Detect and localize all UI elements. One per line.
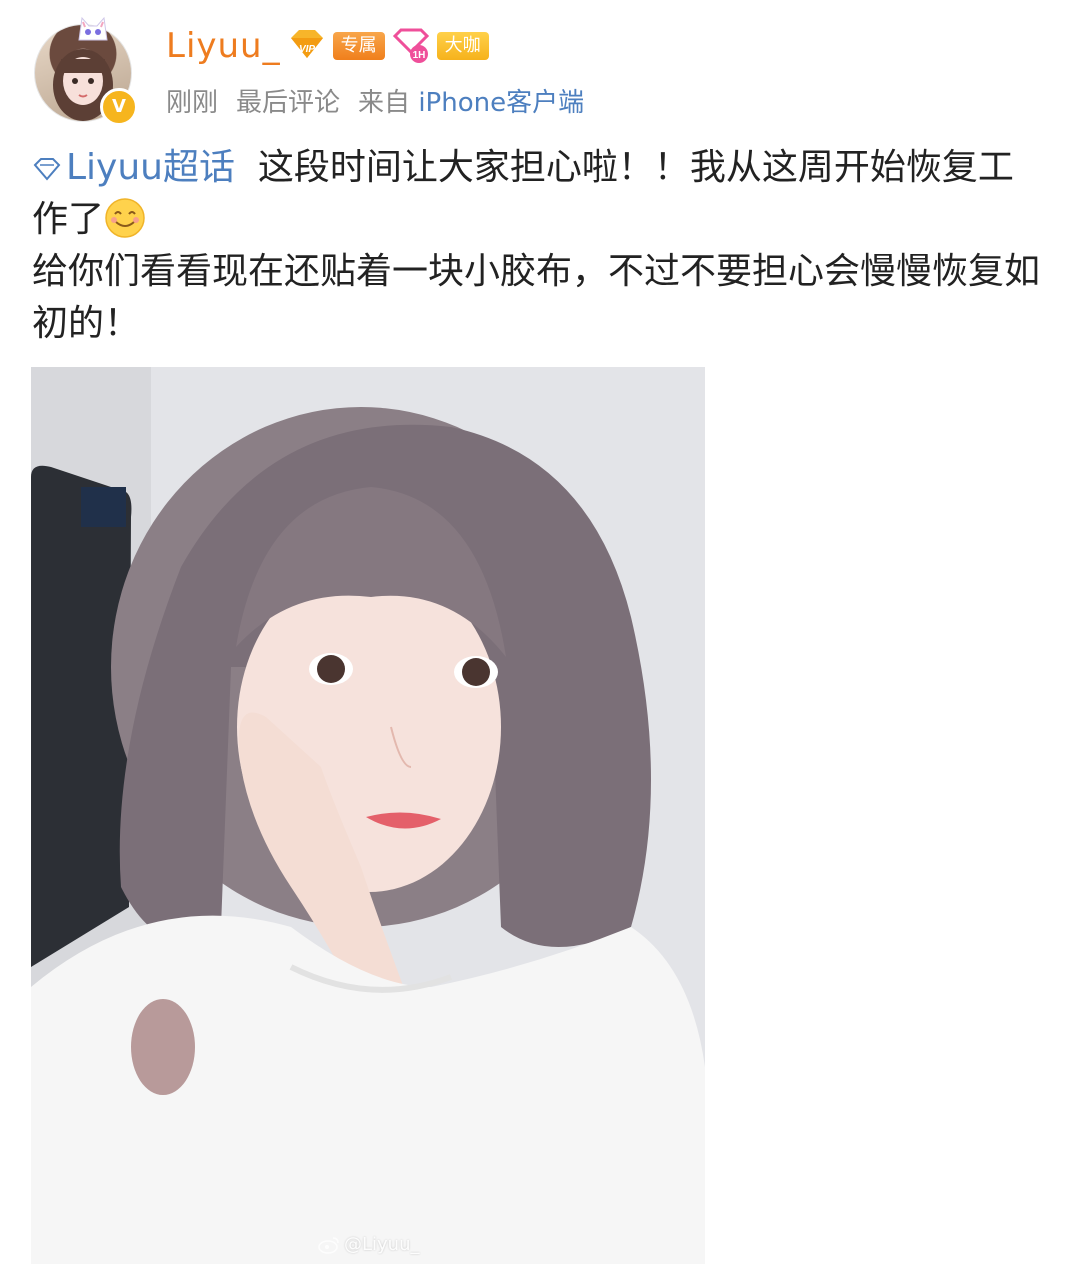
post-action: 最后评论 (236, 88, 341, 118)
image-watermark: @Liyuu_ (318, 1234, 420, 1255)
cat-pendant-icon (78, 16, 108, 41)
post-source: 来自 iPhone客户端 (358, 82, 584, 119)
level-icon[interactable]: 1H (391, 28, 431, 64)
topic-diamond-icon (33, 158, 61, 181)
topic-label: Liyuu超话 (66, 147, 235, 188)
vip-icon[interactable]: VIP (287, 28, 327, 64)
post-photo[interactable] (31, 367, 705, 1264)
post-meta: 刚刚 最后评论 来自 iPhone客户端 (166, 82, 584, 119)
topic-link[interactable]: Liyuu超话 (32, 147, 235, 188)
weibo-logo-icon (318, 1236, 339, 1254)
username[interactable]: Liyuu_ (166, 26, 281, 66)
post-header: V Liyuu_ VIP 专属 1H 大咖 刚刚 最后评论 来自 iPhone客… (32, 16, 1052, 126)
watermark-text: @Liyuu_ (344, 1234, 420, 1255)
verified-icon: V (100, 88, 138, 126)
svg-text:VIP: VIP (299, 44, 315, 55)
exclusive-badge[interactable]: 专属 (332, 32, 385, 60)
post-time: 刚刚 (166, 88, 219, 118)
bigshot-badge[interactable]: 大咖 (436, 32, 489, 60)
source-client-link[interactable]: iPhone客户端 (418, 88, 584, 118)
avatar[interactable]: V (32, 16, 138, 126)
name-row: Liyuu_ VIP 专属 1H 大咖 (166, 24, 489, 68)
svg-text:1H: 1H (412, 50, 425, 61)
post-body: Liyuu超话 这段时间让大家担心啦！！我从这周开始恢复工作了 给你们看看现在还… (32, 142, 1042, 350)
smile-emoji-icon (105, 198, 145, 238)
selfie-photo (31, 367, 705, 1264)
post-line-2: 给你们看看现在还贴着一块小胶布，不过不要担心会慢慢恢复如初的！ (32, 251, 1041, 344)
source-prefix: 来自 (358, 88, 411, 118)
